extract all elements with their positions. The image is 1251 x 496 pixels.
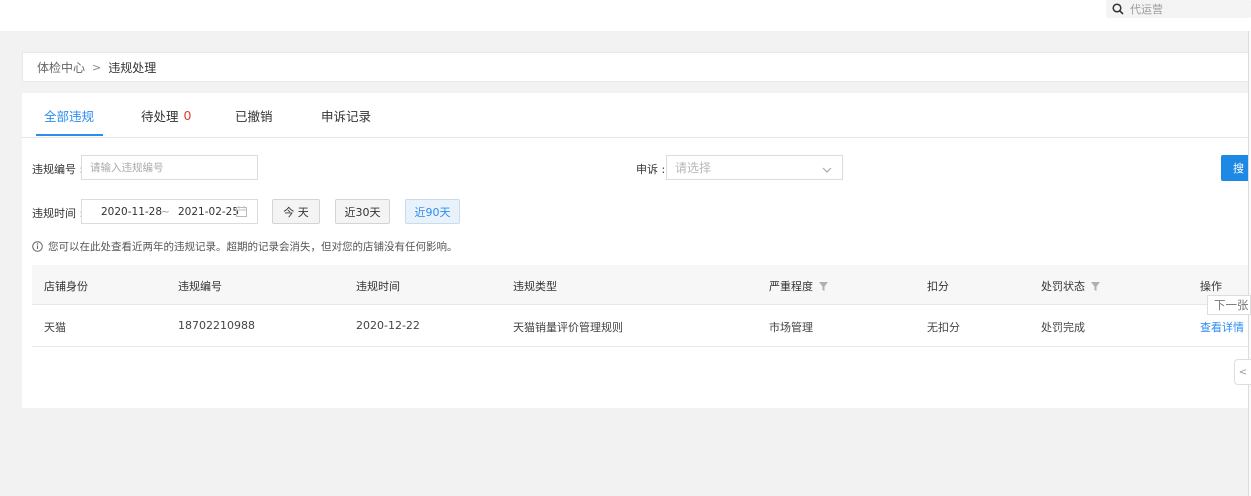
- cell-status: 处罚完成: [1041, 321, 1085, 334]
- column-header: 违规编号: [178, 280, 222, 293]
- filter-icon[interactable]: [1091, 281, 1100, 291]
- date-separator: ~: [161, 206, 170, 218]
- chevron-left-icon: <: [1238, 366, 1248, 378]
- quick-90-label: 近90天: [414, 205, 451, 219]
- filter-icon[interactable]: [819, 281, 828, 291]
- quick-today-label: 今 天: [283, 205, 309, 219]
- table-header: 店铺身份 违规编号 违规时间 违规类型 严重程度 扣分 处罚状态 操作: [32, 265, 1251, 305]
- main-panel: 全部违规 待处理 0 已撤销 申诉记录 违规编号 : 请输入违规编号 申诉 : …: [22, 93, 1251, 408]
- violation-time-label: 违规时间 :: [32, 207, 84, 220]
- cell-violation-time: 2020-12-22: [356, 319, 420, 332]
- date-end: 2021-02-25: [178, 206, 240, 218]
- tab-label: 申诉记录: [321, 109, 372, 124]
- tab-pending[interactable]: 待处理 0: [141, 93, 191, 138]
- cell-violation-no: 18702210988: [178, 319, 255, 332]
- column-header-status: 处罚状态: [1041, 278, 1100, 294]
- appeal-label: 申诉 :: [636, 163, 666, 176]
- search-button-label: 搜: [1233, 162, 1244, 175]
- cell-severity: 市场管理: [769, 321, 813, 334]
- quick-30-label: 近30天: [344, 205, 381, 219]
- appeal-placeholder: 请选择: [675, 161, 712, 175]
- tab-label: 已撤销: [235, 109, 273, 124]
- violation-no-label: 违规编号 :: [32, 163, 84, 176]
- breadcrumb-separator: >: [92, 60, 102, 74]
- column-header: 店铺身份: [44, 280, 88, 293]
- calendar-icon: [236, 206, 247, 220]
- view-details-link[interactable]: 查看详情: [1200, 319, 1244, 335]
- pending-count-badge: 0: [183, 108, 192, 123]
- quick-30-days-button[interactable]: 近30天: [335, 199, 390, 224]
- top-search-box[interactable]: 代运营: [1106, 0, 1251, 18]
- column-header: 操作: [1200, 280, 1222, 293]
- breadcrumb: 体检中心 > 违规处理: [22, 52, 1251, 82]
- column-header-severity: 严重程度: [769, 278, 828, 294]
- search-button[interactable]: 搜: [1221, 155, 1251, 181]
- side-collapse-handle[interactable]: <: [1234, 359, 1251, 385]
- column-header-label: 处罚状态: [1041, 280, 1085, 293]
- date-range-picker[interactable]: 2020-11-28 ~ 2021-02-25: [81, 199, 258, 224]
- column-header: 违规时间: [356, 280, 400, 293]
- violation-no-input[interactable]: 请输入违规编号: [81, 155, 258, 180]
- active-tab-indicator: [36, 134, 103, 136]
- info-icon: [32, 241, 43, 252]
- next-image-tip[interactable]: 下一张: [1207, 295, 1251, 315]
- table-row: 天猫 18702210988 2020-12-22 天猫销量评价管理规则 市场管…: [32, 305, 1251, 347]
- search-icon[interactable]: [1106, 0, 1130, 18]
- tab-appeal-records[interactable]: 申诉记录: [321, 93, 371, 138]
- cell-violation-type: 天猫销量评价管理规则: [513, 321, 623, 334]
- top-bar: 代运营: [0, 0, 1251, 31]
- notice-text: 您可以在此处查看近两年的违规记录。超期的记录会消失，但对您的店铺没有任何影响。: [48, 241, 458, 253]
- records-notice: 您可以在此处查看近两年的违规记录。超期的记录会消失，但对您的店铺没有任何影响。: [32, 239, 458, 254]
- quick-90-days-button[interactable]: 近90天: [405, 199, 460, 224]
- tab-label: 全部违规: [44, 109, 95, 124]
- breadcrumb-root[interactable]: 体检中心: [37, 59, 85, 76]
- cell-shop: 天猫: [44, 321, 66, 334]
- column-header-label: 严重程度: [769, 280, 813, 293]
- quick-today-button[interactable]: 今 天: [272, 199, 320, 224]
- tab-label: 待处理: [141, 109, 179, 124]
- violation-no-placeholder: 请输入违规编号: [90, 162, 164, 174]
- appeal-select[interactable]: 请选择: [666, 155, 843, 180]
- date-start: 2020-11-28: [101, 206, 163, 218]
- tab-bar: 全部违规 待处理 0 已撤销 申诉记录: [22, 93, 1251, 138]
- breadcrumb-current: 违规处理: [108, 60, 157, 75]
- top-search-placeholder: 代运营: [1130, 3, 1163, 16]
- column-header: 扣分: [927, 280, 949, 293]
- tab-revoked[interactable]: 已撤销: [235, 93, 273, 138]
- next-tip-label: 下一张: [1214, 298, 1249, 312]
- cell-points: 无扣分: [927, 321, 960, 334]
- column-header: 违规类型: [513, 280, 557, 293]
- tab-all-violations[interactable]: 全部违规: [44, 93, 94, 138]
- chevron-down-icon: [822, 163, 832, 177]
